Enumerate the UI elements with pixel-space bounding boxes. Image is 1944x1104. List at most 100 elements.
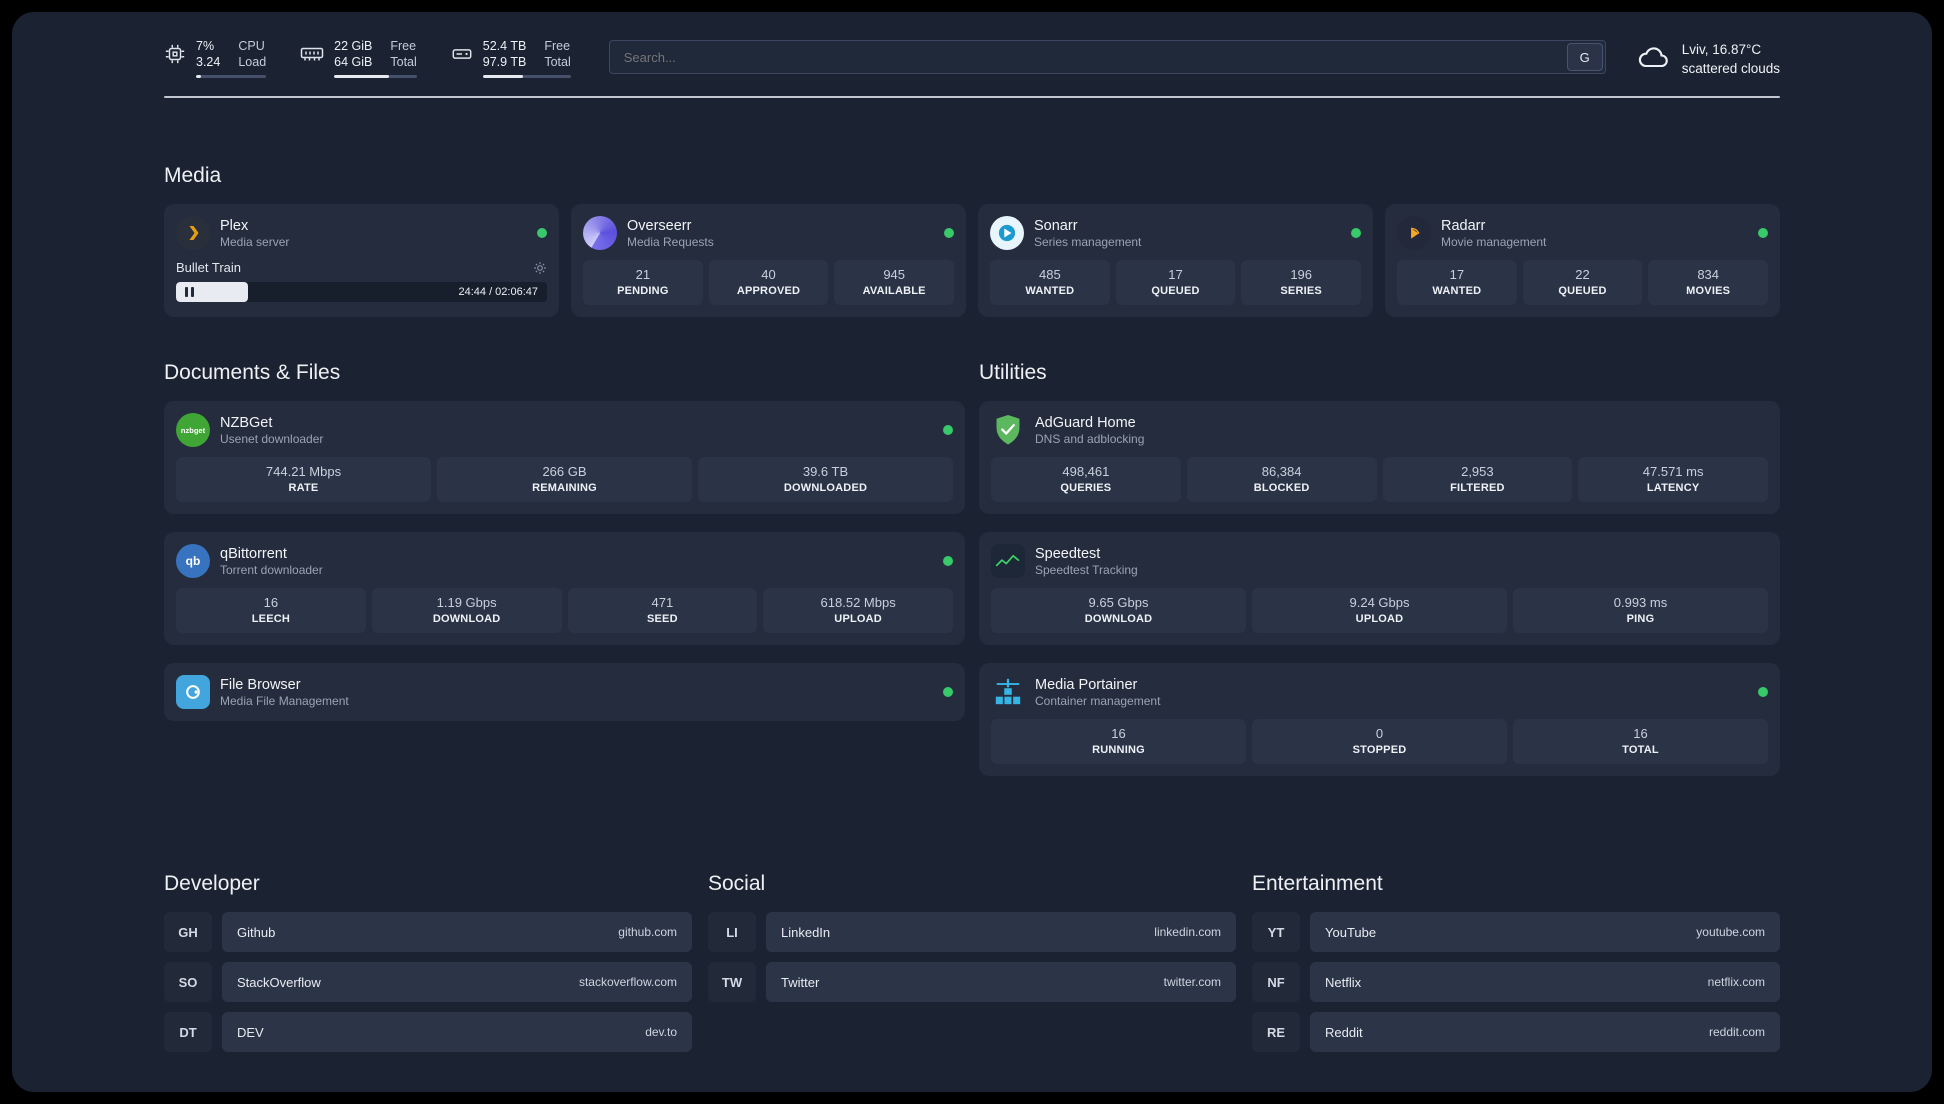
stat-tile: 498,461 QUERIES	[991, 457, 1181, 502]
stat-tile: 2,953 FILTERED	[1382, 457, 1573, 502]
status-dot	[944, 228, 954, 238]
status-dot	[1351, 228, 1361, 238]
bookmark-twitter[interactable]: TW Twitter twitter.com	[708, 962, 1236, 1002]
stat-tile: 485 WANTED	[990, 260, 1110, 305]
app-card-nzbget[interactable]: nzbget NZBGet Usenet downloader 744.21 M…	[164, 401, 965, 514]
bookmark-netflix[interactable]: NF Netflix netflix.com	[1252, 962, 1780, 1002]
bookmark-pill: LinkedIn linkedin.com	[766, 912, 1236, 952]
disk-free-label: Free	[544, 39, 571, 53]
status-dot	[1758, 687, 1768, 697]
app-name: Plex	[220, 217, 249, 234]
bookmark-pill: StackOverflow stackoverflow.com	[222, 962, 692, 1002]
playback-time: 24:44 / 02:06:47	[458, 286, 538, 298]
disk-free-value: 52.4 TB	[482, 39, 527, 53]
app-name: NZBGet	[220, 414, 273, 431]
adguard-shield-icon	[991, 413, 1025, 447]
search-engine-button[interactable]: G	[1566, 43, 1603, 71]
app-desc: Movie management	[1441, 234, 1547, 249]
app-name: Sonarr	[1034, 217, 1078, 234]
bookmark-abbr: RE	[1252, 1012, 1300, 1052]
stat-tile: 16 TOTAL	[1513, 719, 1768, 764]
stat-tile: 47.571 ms LATENCY	[1578, 457, 1768, 502]
weather-widget: Lviv, 16.87°C scattered clouds	[1636, 40, 1780, 78]
search-input[interactable]	[609, 49, 1565, 65]
search-bar: G	[608, 40, 1606, 74]
app-card-adguard[interactable]: AdGuard Home DNS and adblocking 498,461 …	[979, 401, 1780, 514]
status-dot	[537, 228, 547, 238]
pause-icon[interactable]	[185, 287, 194, 297]
stat-tile: 21 PENDING	[583, 260, 703, 305]
bookmark-pill: Twitter twitter.com	[766, 962, 1236, 1002]
bookmark-stackoverflow[interactable]: SO StackOverflow stackoverflow.com	[164, 962, 692, 1002]
bookmark-abbr: SO	[164, 962, 212, 1002]
dashboard: 7% 3.24 CPU Load 22 GiB 64 GiB Free Tota…	[12, 12, 1932, 1092]
bookmark-pill: YouTube youtube.com	[1310, 912, 1780, 952]
bookmark-github[interactable]: GH Github github.com	[164, 912, 692, 952]
app-card-sonarr[interactable]: Sonarr Series management 485 WANTED 17 Q…	[978, 204, 1373, 317]
speedtest-pulse-icon	[991, 544, 1025, 578]
status-dot	[943, 425, 953, 435]
settings-gear-icon[interactable]	[533, 261, 547, 275]
bookmark-group-social: Social LI LinkedIn linkedin.com TW Twitt…	[708, 872, 1236, 1012]
status-dot	[943, 556, 953, 566]
stat-tile: 86,384 BLOCKED	[1186, 457, 1377, 502]
app-card-qbittorrent[interactable]: qb qBittorrent Torrent downloader 16 LEE…	[164, 532, 965, 645]
app-card-overseerr[interactable]: Overseerr Media Requests 21 PENDING 40 A…	[571, 204, 966, 317]
header-divider	[164, 96, 1780, 98]
bookmark-group-entertainment: Entertainment YT YouTube youtube.com NF …	[1252, 872, 1780, 1062]
app-card-plex[interactable]: Plex Media server Bullet Train 24:44 / 0…	[164, 204, 559, 317]
app-name: Media Portainer	[1035, 676, 1138, 693]
app-name: Overseerr	[627, 217, 692, 234]
bookmark-abbr: NF	[1252, 962, 1300, 1002]
stat-tile: 16 RUNNING	[991, 719, 1246, 764]
bookmark-dev[interactable]: DT DEV dev.to	[164, 1012, 692, 1052]
filebrowser-icon	[176, 675, 210, 709]
playback-progress-bar[interactable]: 24:44 / 02:06:47	[176, 282, 547, 302]
section-title-entertainment: Entertainment	[1252, 872, 1383, 895]
app-card-portainer[interactable]: Media Portainer Container management 16 …	[979, 663, 1780, 776]
top-bar: 7% 3.24 CPU Load 22 GiB 64 GiB Free Tota…	[164, 38, 1780, 78]
app-card-radarr[interactable]: Radarr Movie management 17 WANTED 22 QUE…	[1385, 204, 1780, 317]
stat-tile: 9.24 Gbps UPLOAD	[1252, 588, 1507, 633]
nzbget-icon: nzbget	[176, 413, 210, 447]
plex-icon	[176, 216, 210, 250]
ram-total-label: Total	[390, 55, 417, 69]
app-desc: Series management	[1034, 234, 1142, 249]
app-name: Radarr	[1441, 217, 1486, 234]
stat-tile: 16 LEECH	[176, 588, 366, 633]
bookmark-group-developer: Developer GH Github github.com SO StackO…	[164, 872, 692, 1062]
stat-tile: 744.21 Mbps RATE	[176, 457, 431, 502]
bookmark-linkedin[interactable]: LI LinkedIn linkedin.com	[708, 912, 1236, 952]
section-title-developer: Developer	[164, 872, 260, 895]
ram-free-value: 22 GiB	[334, 39, 373, 53]
stat-tile: 266 GB REMAINING	[437, 457, 692, 502]
bookmark-reddit[interactable]: RE Reddit reddit.com	[1252, 1012, 1780, 1052]
app-name: Speedtest	[1035, 545, 1101, 562]
ram-widget: 22 GiB 64 GiB Free Total	[300, 38, 417, 78]
ram-free-label: Free	[390, 39, 417, 53]
stat-tile: 1.19 Gbps DOWNLOAD	[371, 588, 562, 633]
stat-tile: 618.52 Mbps UPLOAD	[763, 588, 953, 633]
app-name: AdGuard Home	[1035, 414, 1136, 431]
overseerr-icon	[583, 216, 617, 250]
app-desc: Container management	[1035, 693, 1161, 708]
cpu-usage-bar	[196, 75, 267, 78]
stat-tile: 17 QUEUED	[1115, 260, 1236, 305]
bookmark-pill: Github github.com	[222, 912, 692, 952]
ram-usage-bar	[334, 75, 417, 78]
section-title-documents: Documents & Files	[164, 361, 341, 384]
app-card-filebrowser[interactable]: File Browser Media File Management	[164, 663, 965, 721]
section-title-media: Media	[164, 164, 222, 187]
weather-condition: scattered clouds	[1681, 61, 1780, 76]
bookmark-youtube[interactable]: YT YouTube youtube.com	[1252, 912, 1780, 952]
app-desc: DNS and adblocking	[1035, 431, 1145, 446]
app-name: File Browser	[220, 676, 301, 693]
bookmark-abbr: GH	[164, 912, 212, 952]
cloud-icon	[1636, 44, 1672, 75]
stat-tile: 0.993 ms PING	[1513, 588, 1768, 633]
stat-tile: 22 QUEUED	[1522, 260, 1643, 305]
cpu-load-label: Load	[238, 55, 267, 69]
stat-tile: 834 MOVIES	[1648, 260, 1769, 305]
qbittorrent-icon: qb	[176, 544, 210, 578]
app-card-speedtest[interactable]: Speedtest Speedtest Tracking 9.65 Gbps D…	[979, 532, 1780, 645]
